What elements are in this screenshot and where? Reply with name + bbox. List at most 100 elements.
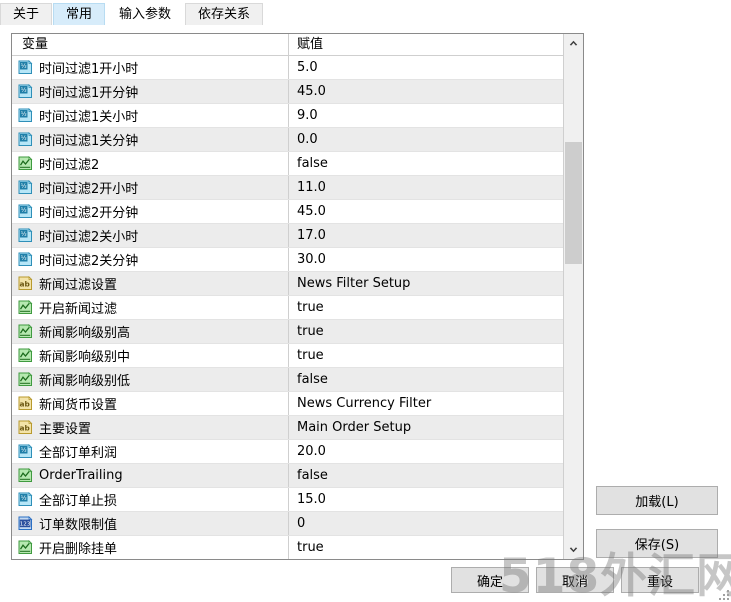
bool-type-icon xyxy=(18,540,33,555)
row-value-cell[interactable]: 11.0 xyxy=(289,176,563,199)
table-row[interactable]: ½ 时间过滤2开分钟 45.0 xyxy=(12,200,563,224)
double-type-icon: ½ xyxy=(18,108,33,123)
ok-button[interactable]: 确定 xyxy=(451,567,529,593)
row-variable-cell[interactable]: ½ 时间过滤1关小时 xyxy=(12,104,289,127)
row-value-cell[interactable]: 9.0 xyxy=(289,104,563,127)
table-row[interactable]: ½ 全部订单止损 15.0 xyxy=(12,488,563,512)
row-variable-label: 新闻影响级别低 xyxy=(39,374,131,389)
table-row[interactable]: ½ 时间过滤1关分钟 0.0 xyxy=(12,128,563,152)
row-value-cell[interactable]: 0.0 xyxy=(289,128,563,151)
table-row[interactable]: ab 新闻货币设置 News Currency Filter xyxy=(12,392,563,416)
tab-input-parameters[interactable]: 输入参数 xyxy=(106,3,185,25)
scrollbar-thumb[interactable] xyxy=(565,142,582,264)
row-value-cell[interactable]: false xyxy=(289,464,563,487)
row-value-cell[interactable]: 0 xyxy=(289,512,563,535)
row-variable-label: 时间过滤2关分钟 xyxy=(39,254,139,269)
table-row[interactable]: ½ 时间过滤1关小时 9.0 xyxy=(12,104,563,128)
row-value-cell[interactable]: false xyxy=(289,368,563,391)
table-row[interactable]: ½ 时间过滤2关小时 17.0 xyxy=(12,224,563,248)
row-value-cell[interactable]: News Filter Setup xyxy=(289,272,563,295)
table-row[interactable]: 123 订单数限制值 0 xyxy=(12,512,563,536)
table-row[interactable]: 新闻影响级别高 true xyxy=(12,320,563,344)
row-value-cell[interactable]: true xyxy=(289,296,563,319)
row-variable-cell[interactable]: ½ 时间过滤1开小时 xyxy=(12,56,289,79)
row-value-cell[interactable]: 5.0 xyxy=(289,56,563,79)
row-variable-cell[interactable]: ab 新闻过滤设置 xyxy=(12,272,289,295)
int-type-icon: 123 xyxy=(18,516,33,531)
row-value-cell[interactable]: true xyxy=(289,320,563,343)
row-variable-label: 时间过滤2关小时 xyxy=(39,230,139,245)
bool-type-icon xyxy=(18,468,33,483)
row-value-cell[interactable]: News Currency Filter xyxy=(289,392,563,415)
row-variable-cell[interactable]: OrderTrailing xyxy=(12,464,289,487)
row-variable-cell[interactable]: ½ 时间过滤1关分钟 xyxy=(12,128,289,151)
row-variable-cell[interactable]: ½ 时间过滤2关分钟 xyxy=(12,248,289,271)
table-row[interactable]: ½ 时间过滤1开小时 5.0 xyxy=(12,56,563,80)
table-row[interactable]: ½ 全部订单利润 20.0 xyxy=(12,440,563,464)
double-type-icon: ½ xyxy=(18,204,33,219)
row-variable-cell[interactable]: 时间过滤2 xyxy=(12,152,289,175)
row-value-cell[interactable]: 45.0 xyxy=(289,200,563,223)
resize-grip[interactable] xyxy=(717,588,729,600)
row-variable-cell[interactable]: ½ 时间过滤2开小时 xyxy=(12,176,289,199)
string-type-icon: ab xyxy=(18,420,33,435)
column-header-variable[interactable]: 变量 xyxy=(12,34,289,55)
row-value-cell[interactable]: 17.0 xyxy=(289,224,563,247)
row-variable-label: 时间过滤1关小时 xyxy=(39,110,139,125)
row-variable-cell[interactable]: 新闻影响级别中 xyxy=(12,344,289,367)
tab-about[interactable]: 关于 xyxy=(0,3,53,25)
row-variable-cell[interactable]: 123 订单数限制值 xyxy=(12,512,289,535)
row-variable-cell[interactable]: 开启新闻过滤 xyxy=(12,296,289,319)
row-variable-label: 新闻影响级别中 xyxy=(39,350,131,365)
row-variable-label: 全部订单利润 xyxy=(39,446,118,461)
row-variable-cell[interactable]: ab 新闻货币设置 xyxy=(12,392,289,415)
table-row[interactable]: 新闻影响级别低 false xyxy=(12,368,563,392)
row-variable-cell[interactable]: 新闻影响级别低 xyxy=(12,368,289,391)
row-value-cell[interactable]: true xyxy=(289,536,563,559)
row-value-cell[interactable]: Main Order Setup xyxy=(289,416,563,439)
cancel-button[interactable]: 取消 xyxy=(536,567,614,593)
row-variable-cell[interactable]: ½ 时间过滤2关小时 xyxy=(12,224,289,247)
table-row[interactable]: ½ 时间过滤2关分钟 30.0 xyxy=(12,248,563,272)
row-variable-label: OrderTrailing xyxy=(39,468,123,483)
row-value-cell[interactable]: 30.0 xyxy=(289,248,563,271)
scroll-up-button[interactable] xyxy=(564,34,583,52)
table-row[interactable]: ab 新闻过滤设置 News Filter Setup xyxy=(12,272,563,296)
load-button[interactable]: 加载(L) xyxy=(596,486,718,515)
input-parameters-dialog: 关于 常用 输入参数 依存关系 变量 赋值 ½ 时间过滤1开小时 5.0 ½ 时间过滤1… xyxy=(0,0,731,602)
table-row[interactable]: ½ 时间过滤1开分钟 45.0 xyxy=(12,80,563,104)
column-header-value[interactable]: 赋值 xyxy=(289,34,563,55)
row-value-cell[interactable]: 15.0 xyxy=(289,488,563,511)
reset-button[interactable]: 重设 xyxy=(621,567,699,593)
row-value-cell[interactable]: 20.0 xyxy=(289,440,563,463)
row-variable-cell[interactable]: 新闻影响级别高 xyxy=(12,320,289,343)
tab-dependencies[interactable]: 依存关系 xyxy=(185,3,264,25)
bool-type-icon xyxy=(18,324,33,339)
row-value-cell[interactable]: true xyxy=(289,344,563,367)
row-variable-cell[interactable]: 开启删除挂单 xyxy=(12,536,289,559)
vertical-scrollbar[interactable] xyxy=(563,34,583,559)
table-row[interactable]: 新闻影响级别中 true xyxy=(12,344,563,368)
scroll-down-button[interactable] xyxy=(564,541,583,559)
table-row[interactable]: 时间过滤2 false xyxy=(12,152,563,176)
row-variable-label: 新闻过滤设置 xyxy=(39,278,118,293)
svg-text:123: 123 xyxy=(20,522,31,528)
table-row[interactable]: ½ 时间过滤2开小时 11.0 xyxy=(12,176,563,200)
svg-text:ab: ab xyxy=(19,423,29,432)
row-variable-cell[interactable]: ab 主要设置 xyxy=(12,416,289,439)
row-value-cell[interactable]: 45.0 xyxy=(289,80,563,103)
row-value-cell[interactable]: false xyxy=(289,152,563,175)
row-variable-cell[interactable]: ½ 时间过滤1开分钟 xyxy=(12,80,289,103)
chevron-up-icon xyxy=(569,40,578,46)
table-row[interactable]: 开启新闻过滤 true xyxy=(12,296,563,320)
table-row[interactable]: OrderTrailing false xyxy=(12,464,563,488)
table-row[interactable]: 开启删除挂单 true xyxy=(12,536,563,559)
row-variable-cell[interactable]: ½ 时间过滤2开分钟 xyxy=(12,200,289,223)
tab-common[interactable]: 常用 xyxy=(53,3,106,25)
row-variable-cell[interactable]: ½ 全部订单止损 xyxy=(12,488,289,511)
save-button[interactable]: 保存(S) xyxy=(596,529,718,558)
table-row[interactable]: ab 主要设置 Main Order Setup xyxy=(12,416,563,440)
svg-text:ab: ab xyxy=(19,279,29,288)
svg-text:½: ½ xyxy=(21,446,27,454)
row-variable-cell[interactable]: ½ 全部订单利润 xyxy=(12,440,289,463)
